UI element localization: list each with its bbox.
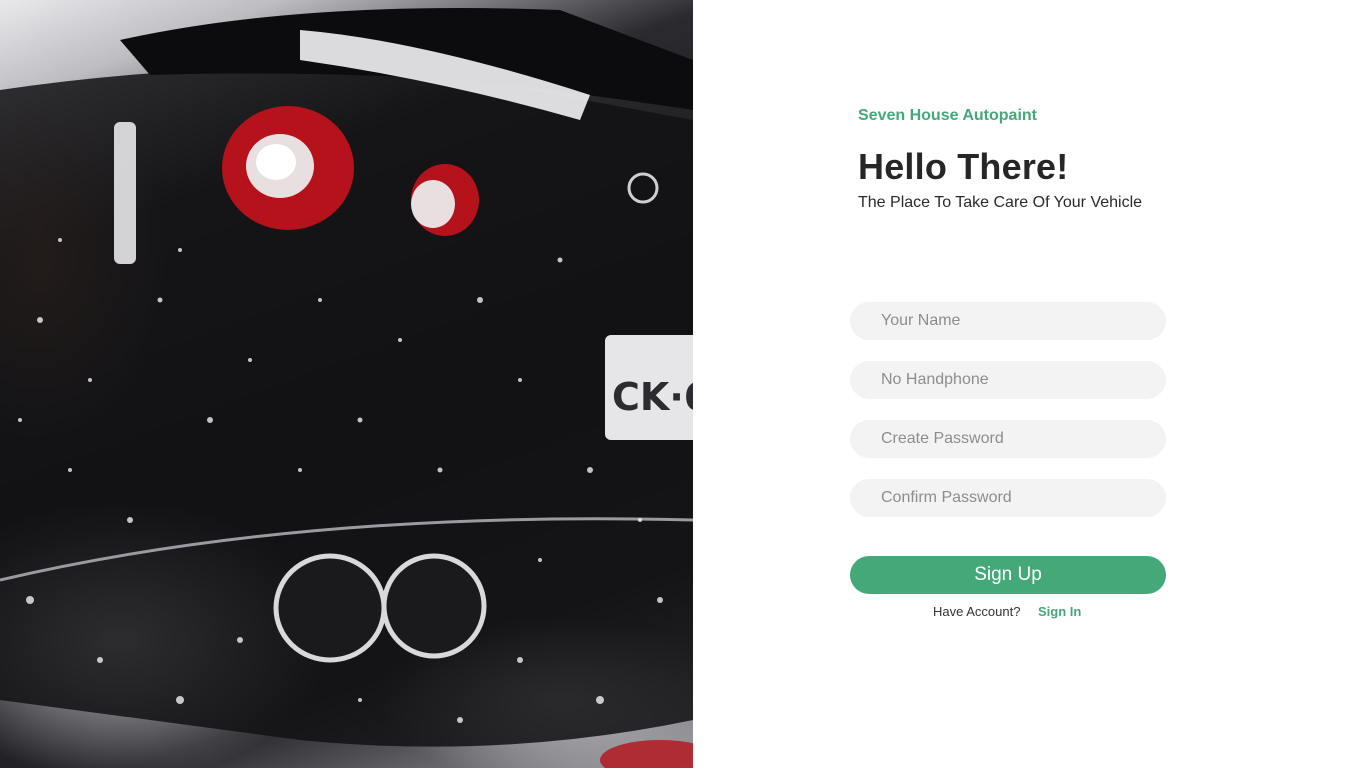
name-input[interactable] bbox=[850, 302, 1166, 340]
page-title: Hello There! bbox=[858, 146, 1069, 187]
license-plate: CK·6C bbox=[605, 335, 693, 440]
have-account-text: Have Account? bbox=[933, 604, 1021, 619]
hero-car-image: CK·6C bbox=[0, 0, 693, 768]
page-subtitle: The Place To Take Care Of Your Vehicle bbox=[858, 194, 1143, 211]
sign-in-link[interactable]: Sign In bbox=[1038, 604, 1081, 619]
sign-up-button[interactable]: Sign Up bbox=[850, 556, 1166, 594]
brand-name: Seven House Autopaint bbox=[858, 107, 1037, 124]
create-password-input[interactable] bbox=[850, 420, 1166, 458]
phone-input[interactable] bbox=[850, 361, 1166, 399]
plate-text: CK·6C bbox=[612, 375, 693, 419]
car-illustration: CK·6C bbox=[0, 8, 693, 768]
tail-light-right bbox=[411, 164, 479, 236]
tail-light-left bbox=[222, 106, 354, 230]
confirm-password-input[interactable] bbox=[850, 479, 1166, 517]
